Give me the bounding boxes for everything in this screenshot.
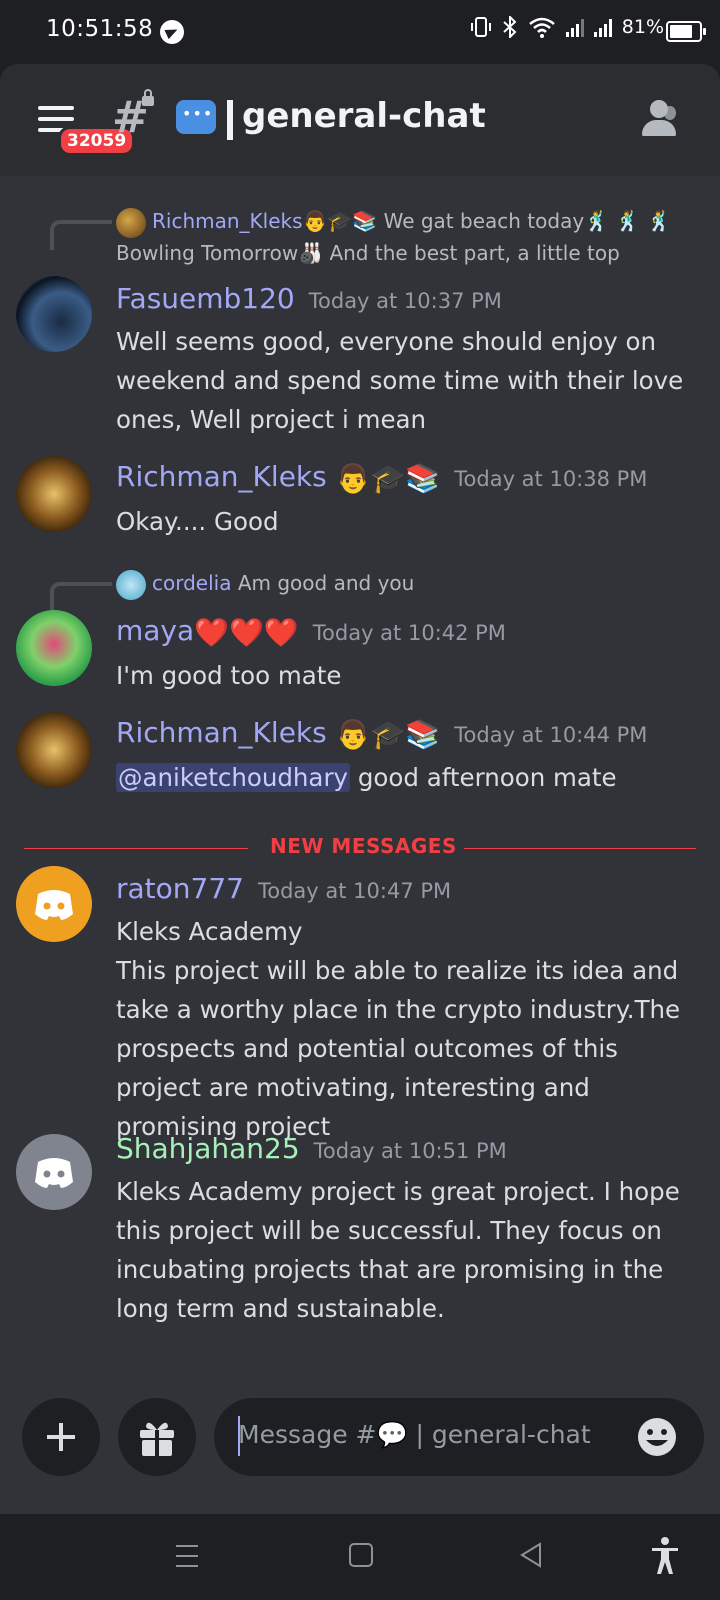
- emoji-books-icon: 📚: [405, 717, 441, 751]
- avatar[interactable]: [16, 276, 92, 352]
- bluetooth-icon: [503, 16, 517, 38]
- battery-icon: [666, 21, 706, 42]
- reply-connector: [50, 220, 112, 250]
- username[interactable]: Fasuemb120 Today at 10:37 PM: [116, 282, 502, 315]
- username[interactable]: Richman_Kleks 👨🎓📚 Today at 10:38 PM: [116, 460, 647, 495]
- telegram-icon: [160, 20, 184, 44]
- reply-avatar: [116, 569, 146, 600]
- emoji-man-icon: 👨: [335, 717, 371, 751]
- discord-logo-avatar[interactable]: [16, 1134, 92, 1210]
- discord-logo-avatar[interactable]: [16, 866, 92, 942]
- message-text: @aniketchoudhary good afternoon mate: [116, 763, 617, 792]
- message-text: Well seems good, everyone should enjoy o…: [116, 327, 684, 434]
- wifi-icon: [528, 17, 555, 38]
- timestamp: Today at 10:47 PM: [257, 879, 452, 903]
- discord-logo-icon: [35, 1158, 73, 1188]
- reply-avatar: [116, 207, 146, 238]
- message-placeholder: Message #💬 | general-chat: [238, 1420, 591, 1449]
- timestamp: Today at 10:37 PM: [308, 289, 502, 313]
- message-text: Okay.... Good: [116, 507, 279, 536]
- add-attachment-button[interactable]: [22, 1398, 100, 1476]
- accessibility-icon[interactable]: [650, 1536, 680, 1576]
- emoji-man-icon: 👨: [335, 461, 371, 495]
- timestamp: Today at 10:38 PM: [454, 467, 648, 491]
- status-time: 10:51:58: [46, 16, 154, 42]
- lock-icon: [142, 89, 154, 106]
- emoji-graduation-cap-icon: 🎓: [370, 461, 406, 495]
- username[interactable]: Richman_Kleks 👨🎓📚 Today at 10:44 PM: [116, 716, 647, 751]
- message-text: I'm good too mate: [116, 661, 342, 690]
- gift-button[interactable]: [118, 1398, 196, 1476]
- user-mention[interactable]: @aniketchoudhary: [116, 763, 351, 792]
- message-text: Kleks Academy project is great project. …: [116, 1177, 680, 1323]
- timestamp: Today at 10:44 PM: [454, 723, 648, 747]
- username[interactable]: Shahjahan25 Today at 10:51 PM: [116, 1132, 507, 1165]
- reply-text: Am good and you: [237, 571, 415, 595]
- back-icon[interactable]: [518, 1542, 544, 1568]
- discord-logo-icon: [35, 890, 73, 920]
- avatar[interactable]: [16, 456, 92, 532]
- channel-header: 32059 # general-chat: [0, 64, 720, 176]
- message-text: Kleks Academy: [116, 917, 303, 946]
- reply-username: Richman_Kleks👨🎓📚: [152, 209, 378, 233]
- discord-app: 32059 # general-chat Richman_Kleks👨🎓📚 We…: [0, 64, 720, 1514]
- avatar[interactable]: [16, 712, 92, 788]
- status-icons: 81%: [470, 16, 664, 38]
- members-icon[interactable]: [636, 100, 680, 140]
- signal-1-icon: [565, 17, 584, 37]
- speech-balloon-icon: [176, 100, 216, 134]
- new-messages-label: NEW MESSAGES: [270, 834, 457, 858]
- reply-username: cordelia: [152, 571, 232, 595]
- plus-icon: [47, 1423, 75, 1451]
- timestamp: Today at 10:42 PM: [312, 621, 506, 645]
- status-bar: 10:51:58 81%: [0, 0, 720, 64]
- message-input[interactable]: Message #💬 | general-chat: [214, 1398, 704, 1476]
- emoji-picker-icon[interactable]: [636, 1416, 678, 1458]
- reply-connector: [50, 582, 112, 612]
- channel-divider: [227, 100, 233, 140]
- channel-name[interactable]: general-chat: [242, 96, 486, 136]
- timestamp: Today at 10:51 PM: [313, 1139, 507, 1163]
- emoji-books-icon: 📚: [405, 461, 441, 495]
- battery-percent: 81%: [621, 16, 664, 38]
- heart-icon: ❤️❤️❤️: [194, 615, 299, 649]
- system-nav-bar: [0, 1514, 720, 1600]
- avatar[interactable]: [16, 610, 92, 686]
- signal-2-icon: [593, 17, 612, 37]
- username[interactable]: maya❤️❤️❤️ Today at 10:42 PM: [116, 614, 506, 649]
- new-messages-divider: NEW MESSAGES: [24, 834, 696, 864]
- username[interactable]: raton777 Today at 10:47 PM: [116, 872, 451, 905]
- vibrate-icon: [470, 17, 491, 37]
- emoji-graduation-cap-icon: 🎓: [370, 717, 406, 751]
- reply-preview[interactable]: cordelia Am good and you: [116, 568, 696, 600]
- home-icon[interactable]: [348, 1542, 374, 1568]
- reply-preview[interactable]: Richman_Kleks👨🎓📚 We gat beach today🕺 🕺 🕺…: [116, 206, 696, 269]
- gift-icon: [140, 1422, 174, 1456]
- message-text: This project will be able to realize its…: [116, 956, 681, 1141]
- recents-icon[interactable]: [174, 1542, 200, 1570]
- composer: Message #💬 | general-chat: [0, 1390, 720, 1480]
